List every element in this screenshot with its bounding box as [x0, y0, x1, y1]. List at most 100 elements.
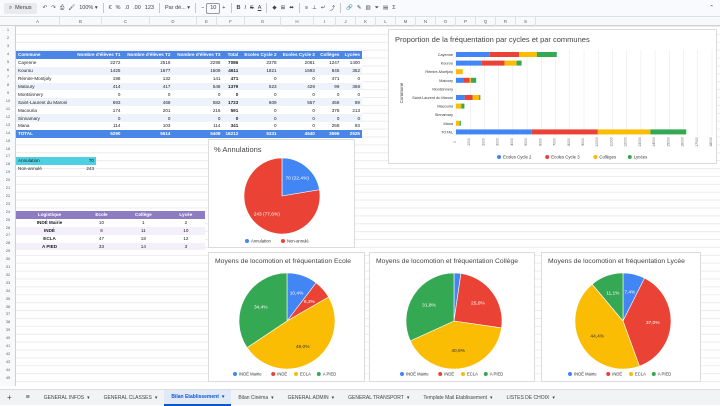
table-cell[interactable]: 0	[122, 90, 172, 98]
menus-button[interactable]: ⌕ Menus	[4, 2, 37, 14]
column-header-s[interactable]: S	[516, 17, 536, 26]
row-header-31[interactable]: 31	[0, 263, 16, 271]
row-header-35[interactable]: 35	[0, 295, 16, 303]
table-cell[interactable]: 0	[240, 106, 278, 114]
table-cell[interactable]: Rémire-Montjoly	[16, 75, 72, 83]
pie-chart-lycee[interactable]: Moyens de locomotion et fréquentation Ly…	[541, 252, 701, 382]
table-cell[interactable]: 89	[341, 98, 362, 106]
table-cell[interactable]: Montsinnery	[16, 90, 72, 98]
row-header-14[interactable]: 14	[0, 129, 16, 137]
column-header-d[interactable]: D	[150, 17, 197, 26]
row-header-29[interactable]: 29	[0, 247, 16, 255]
pie-chart-college[interactable]: Moyens de locomotion et fréquentation Co…	[369, 252, 535, 382]
table-cell[interactable]: 2298	[172, 59, 222, 67]
row-header-36[interactable]: 36	[0, 303, 16, 311]
row-header-15[interactable]: 15	[0, 137, 16, 145]
chevron-down-icon[interactable]: ▾	[407, 390, 410, 406]
table-cell[interactable]: Sinnamary	[16, 114, 72, 122]
column-header-j[interactable]: J	[336, 17, 356, 26]
pie-chart-ecole[interactable]: Moyens de locomotion et fréquentation Ec…	[208, 252, 365, 382]
sheet-tab-listes-de-choix[interactable]: LISTES DE CHOIX ▾	[500, 390, 562, 406]
table-cell[interactable]: ECLA	[16, 235, 83, 243]
total-cell[interactable]: 2525	[341, 130, 362, 138]
table-cell[interactable]: 414	[72, 83, 122, 91]
row-header-5[interactable]: 5	[0, 58, 16, 66]
total-cell[interactable]: 16212	[222, 130, 240, 138]
borders-icon[interactable]: ⊞	[279, 3, 288, 14]
table-cell[interactable]: 693	[72, 98, 122, 106]
table-cell[interactable]: 0	[317, 114, 342, 122]
table-cell[interactable]: 0	[240, 122, 278, 130]
table-cell[interactable]: 198	[72, 75, 122, 83]
table-cell[interactable]: 591	[222, 106, 240, 114]
row-header-16[interactable]: 16	[0, 145, 16, 153]
table-cell[interactable]: 1247	[317, 59, 342, 67]
table-cell[interactable]: 0	[341, 114, 362, 122]
row-header-22[interactable]: 22	[0, 192, 16, 200]
table-cell[interactable]: Saint-Laurent du Maroni	[16, 98, 72, 106]
table-cell[interactable]: Mana	[16, 122, 72, 130]
column-header-o[interactable]: O	[436, 17, 456, 26]
row-header-18[interactable]: 18	[0, 160, 16, 168]
chart-icon[interactable]: ▥	[363, 3, 372, 14]
row-header-26[interactable]: 26	[0, 224, 16, 232]
print-icon[interactable]: ⎙	[58, 3, 66, 14]
table-cell[interactable]: 0	[72, 114, 122, 122]
column-header-r[interactable]: R	[496, 17, 516, 26]
table-cell[interactable]: 114	[72, 122, 122, 130]
table-cell[interactable]: 0	[240, 114, 278, 122]
table-cell[interactable]: 1	[120, 219, 167, 227]
merge-icon[interactable]: ⬌	[287, 3, 296, 14]
table-cell[interactable]: 1509	[172, 67, 222, 75]
font-size-increase[interactable]: +	[220, 3, 227, 14]
sheet-tab-template-mail-etablissement[interactable]: Template Mail Etablissement ▾	[416, 390, 499, 406]
table-cell[interactable]: 18	[120, 235, 167, 243]
redo-icon[interactable]: ↷	[49, 3, 58, 14]
row-header-42[interactable]: 42	[0, 350, 16, 358]
row-header-9[interactable]: 9	[0, 89, 16, 97]
row-header-38[interactable]: 38	[0, 318, 16, 326]
total-cell[interactable]: TOTAL	[16, 130, 72, 138]
table-cell[interactable]: 10	[83, 219, 120, 227]
bold-button[interactable]: B	[235, 3, 243, 14]
percent-button[interactable]: %	[114, 3, 123, 14]
table-cell[interactable]: INDÉ Mairie	[16, 219, 83, 227]
row-header-12[interactable]: 12	[0, 113, 16, 121]
table-cell[interactable]: 6	[83, 227, 120, 235]
table-cell[interactable]: 417	[122, 83, 172, 91]
row-header-40[interactable]: 40	[0, 334, 16, 342]
row-header-33[interactable]: 33	[0, 279, 16, 287]
table-cell[interactable]: 103	[122, 122, 172, 130]
column-header-q[interactable]: Q	[476, 17, 496, 26]
table-cell[interactable]: 14	[120, 243, 167, 251]
row-header-25[interactable]: 25	[0, 216, 16, 224]
total-cell[interactable]: 5514	[122, 130, 172, 138]
table-cell[interactable]: Non-annulé	[16, 165, 72, 173]
table-cell[interactable]: 429	[279, 83, 317, 91]
text-color-button[interactable]: A	[256, 3, 264, 14]
total-cell[interactable]: 5408	[172, 130, 222, 138]
table-cell[interactable]: 0	[122, 114, 172, 122]
row-header-27[interactable]: 27	[0, 231, 16, 239]
table-cell[interactable]: 0	[222, 90, 240, 98]
sheet-tab-bilan-etablissement[interactable]: Bilan Etablissement ▾	[164, 389, 232, 406]
sheet-tab-general-classes[interactable]: GENERAL CLASSES ▾	[97, 390, 165, 406]
column-header-m[interactable]: M	[396, 17, 416, 26]
table-cell[interactable]: 341	[222, 122, 240, 130]
row-header-23[interactable]: 23	[0, 200, 16, 208]
table-cell[interactable]: 47	[83, 235, 120, 243]
font-size-input[interactable]: 10	[206, 2, 221, 14]
row-header-34[interactable]: 34	[0, 287, 16, 295]
table-cell[interactable]: 471	[222, 75, 240, 83]
filter-views-icon[interactable]: ▤	[381, 3, 390, 14]
table-cell[interactable]: 378	[317, 106, 342, 114]
functions-icon[interactable]: Σ	[390, 3, 397, 14]
table-cell[interactable]: 0	[279, 122, 317, 130]
table-cell[interactable]: 10	[167, 227, 205, 235]
decrease-decimal-button[interactable]: .0	[123, 3, 132, 14]
row-header-19[interactable]: 19	[0, 168, 16, 176]
row-header-21[interactable]: 21	[0, 184, 16, 192]
table-cell[interactable]: INDÉ	[16, 227, 83, 235]
table-cell[interactable]: 557	[279, 98, 317, 106]
table-cell[interactable]: 174	[72, 106, 122, 114]
